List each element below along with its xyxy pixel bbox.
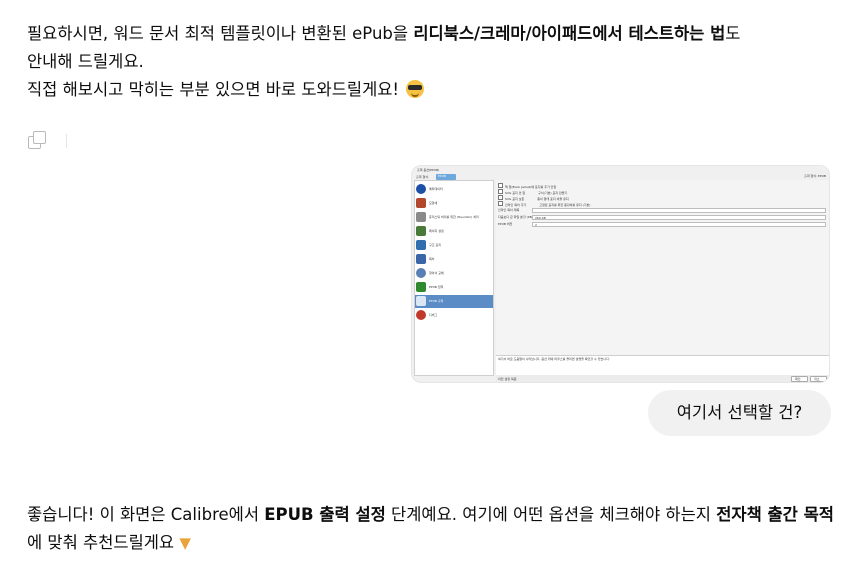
shot-sidebar-item-metadata: 메타데이터 (415, 183, 493, 196)
assistant-message-1: 필요하시면, 워드 문서 최적 템플릿이나 변환된 ePub을 리디북스/크레마… (27, 20, 837, 104)
shot-cancel-button: 취소 (810, 376, 827, 382)
msg2-text-part1: 좋습니다! 이 화면은 Calibre에서 (27, 505, 265, 524)
bug-icon (416, 310, 426, 320)
msg1-bold-part: 리디북스/크레마/아이패드에서 테스트하는 법 (413, 24, 726, 43)
sunglasses-emoji-icon (406, 80, 425, 98)
msg2-bold-part1: EPUB 출력 설정 (264, 505, 386, 524)
shot-description-box: 여기서 바로 도움말이 나타납니다. 옵션 위에 마우스를 올리면 설명을 확인… (496, 355, 829, 376)
shot-sidebar-item-look: 모양새 (415, 197, 493, 210)
msg1-line3: 직접 해보시고 막히는 부분 있으면 바로 도와드릴게요! (27, 80, 405, 99)
msg1-line2: 안내해 드릴게요. (27, 52, 144, 71)
shot-field-input: 260 KB (532, 215, 826, 220)
shot-sidebar-item-structure: 구조 감지 (415, 239, 493, 252)
shot-sidebar-item-page-setup: 페이지 설정 (415, 225, 493, 238)
shot-restore-defaults: 이전 설정 복원 (498, 377, 517, 381)
shot-sidebar-item-debug: 디버그 (415, 309, 493, 322)
shot-field-label: EPUB 버전 (498, 222, 513, 226)
shot-ok-button: 확인 (791, 376, 808, 382)
shot-sidebar-item-heuristic: 휴리스틱 처리를 위한 (Heuristic) 처리 (415, 211, 493, 224)
shot-option-row: 인라인 목차 추가 고정된 표지를 위한 종횡비를 유지 (기본) (498, 201, 590, 207)
msg2-text-part3: 단계예요. 여기에 어떤 옵션을 체크해야 하는지 (385, 505, 717, 524)
shot-footer: 이전 설정 복원 확인 취소 (496, 375, 829, 382)
info-icon (416, 184, 426, 194)
magnifier-icon (416, 268, 426, 278)
shot-window-title: 출력 옵션(EPUB) (417, 168, 440, 172)
msg2-bold-part2: 전자책 출간 목적 (716, 505, 834, 524)
shot-format-label: 출력 형식: EPUB (804, 174, 826, 178)
user-message-bubble: 여기서 선택할 건? (648, 390, 831, 436)
assistant-message-2: 좋습니다! 이 화면은 Calibre에서 EPUB 출력 설정 단계예요. 여… (27, 501, 837, 557)
divider (66, 134, 71, 148)
pointing-down-emoji-icon: ▼ (179, 534, 191, 552)
shot-options-panel: 책 앞(Book Jacket)에 표지를 추가 안함 SVG 표지 안 함 구… (496, 180, 829, 356)
document-icon (416, 212, 426, 222)
shot-sidebar-item-toc: 목차 (415, 253, 493, 266)
epub-icon (416, 296, 426, 306)
shot-sidebar-item-epub-input: EPUB 입력 (415, 281, 493, 294)
shot-field-label: 인라인 목차 제목 (498, 208, 520, 212)
shot-sidebar-item-epub-output: EPUB 출력 (415, 295, 493, 308)
shot-field-input (532, 208, 826, 213)
msg1-text-part3: 도 (725, 24, 741, 43)
shot-field-select: 2 (532, 222, 826, 227)
shot-tab-label: 출력 형식: (416, 175, 430, 179)
tools-icon (416, 226, 426, 236)
arrow-right-icon (416, 282, 426, 292)
shot-field-label: 다음보다 큰 파일 분할 (KB) (498, 215, 534, 219)
brush-icon (416, 198, 426, 208)
shot-sidebar-item-search-replace: 찾아서 교체 (415, 267, 493, 280)
list-icon (416, 240, 426, 250)
copy-icon[interactable] (26, 130, 48, 152)
msg1-text-part1: 필요하시면, 워드 문서 최적 템플릿이나 변환된 ePub을 (27, 24, 414, 43)
attached-screenshot[interactable]: 출력 옵션(EPUB) 출력 형식: EPUB 출력 형식: EPUB 메타데이… (411, 165, 830, 383)
msg2-text-part5: 에 맞춰 추천드릴게요 (27, 533, 180, 552)
shot-sidebar: 메타데이터 모양새 휴리스틱 처리를 위한 (Heuristic) 처리 페이지… (414, 180, 494, 376)
toc-icon (416, 254, 426, 264)
